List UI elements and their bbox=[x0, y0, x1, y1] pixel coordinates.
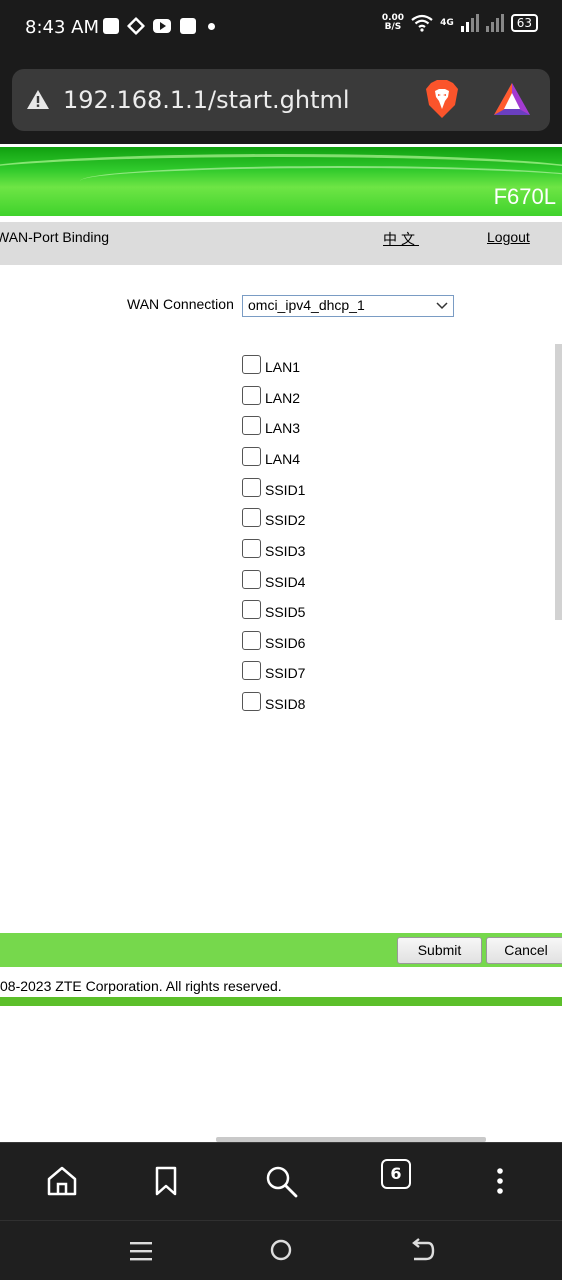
network-type: 4G bbox=[440, 18, 454, 28]
port-checkbox[interactable] bbox=[242, 478, 261, 497]
port-checkbox[interactable] bbox=[242, 539, 261, 558]
port-checkbox[interactable] bbox=[242, 661, 261, 680]
cancel-button[interactable]: Cancel bbox=[486, 937, 562, 964]
net-speed: 0.00 B/S bbox=[382, 14, 404, 32]
port-checkbox[interactable] bbox=[242, 386, 261, 405]
port-checkbox[interactable] bbox=[242, 600, 261, 619]
port-label: LAN4 bbox=[265, 451, 301, 467]
port-label: SSID5 bbox=[265, 604, 306, 620]
notification-icons bbox=[103, 16, 215, 36]
battery-indicator: 63 bbox=[510, 14, 538, 32]
browser-top-bar: 192.168.1.1/start.ghtml bbox=[0, 58, 562, 144]
footer-bar bbox=[0, 997, 562, 1006]
submit-button[interactable]: Submit bbox=[397, 937, 482, 964]
home-nav-icon[interactable] bbox=[268, 1237, 294, 1263]
more-notifications-dot-icon bbox=[208, 22, 215, 30]
not-secure-warning-icon[interactable] bbox=[26, 89, 50, 110]
browser-toolbar: 6 bbox=[0, 1142, 562, 1220]
nav-bar: WAN-Port Binding 中文 Logout bbox=[0, 222, 562, 265]
search-icon[interactable] bbox=[263, 1163, 299, 1199]
youtube-icon bbox=[153, 19, 171, 33]
status-right: 0.00 B/S 4G 63 bbox=[382, 14, 538, 32]
port-label: SSID1 bbox=[265, 482, 306, 498]
port-label: LAN3 bbox=[265, 420, 301, 436]
port-checkbox[interactable] bbox=[242, 570, 261, 589]
home-icon[interactable] bbox=[44, 1163, 80, 1199]
banner-top-line bbox=[0, 144, 562, 147]
url-text[interactable]: 192.168.1.1/start.ghtml bbox=[63, 86, 350, 114]
port-label: SSID7 bbox=[265, 665, 306, 681]
wan-connection-label: WAN Connection bbox=[127, 296, 234, 312]
status-bar: 8:43 AM 0.00 B/S 4G 63 bbox=[0, 0, 562, 58]
system-navigation-bar bbox=[0, 1220, 562, 1280]
status-time: 8:43 AM bbox=[25, 17, 99, 38]
port-label: SSID6 bbox=[265, 635, 306, 651]
wan-connection-value: omci_ipv4_dhcp_1 bbox=[248, 297, 365, 313]
logout-link[interactable]: Logout bbox=[487, 229, 530, 245]
port-label: SSID2 bbox=[265, 512, 306, 528]
copyright-text: 08-2023 ZTE Corporation. All rights rese… bbox=[0, 978, 282, 994]
port-checkbox[interactable] bbox=[242, 631, 261, 650]
port-label: SSID3 bbox=[265, 543, 306, 559]
brave-shields-icon[interactable] bbox=[425, 79, 459, 119]
port-checkbox[interactable] bbox=[242, 692, 261, 711]
net-speed-unit: B/S bbox=[384, 22, 402, 32]
port-label: LAN1 bbox=[265, 359, 301, 375]
header-banner: F670L bbox=[0, 144, 562, 216]
back-icon[interactable] bbox=[408, 1237, 436, 1263]
vertical-scrollbar[interactable] bbox=[555, 344, 562, 620]
port-checkbox[interactable] bbox=[242, 508, 261, 527]
notification-app-icon bbox=[103, 18, 119, 34]
wan-connection-select[interactable]: omci_ipv4_dhcp_1 bbox=[242, 295, 454, 317]
bookmark-icon[interactable] bbox=[148, 1163, 184, 1199]
binance-icon bbox=[126, 16, 146, 36]
port-checkbox[interactable] bbox=[242, 416, 261, 435]
language-link[interactable]: 中文 bbox=[383, 229, 419, 249]
device-model: F670L bbox=[493, 184, 556, 209]
chevron-down-icon bbox=[436, 302, 448, 310]
more-menu-icon[interactable] bbox=[482, 1163, 518, 1199]
wifi-icon bbox=[411, 14, 433, 32]
port-checkbox[interactable] bbox=[242, 447, 261, 466]
port-label: SSID8 bbox=[265, 696, 306, 712]
port-checkbox[interactable] bbox=[242, 355, 261, 374]
signal-icon bbox=[460, 14, 479, 32]
notification-square-icon bbox=[180, 18, 196, 34]
port-label: SSID4 bbox=[265, 574, 306, 590]
page-title: WAN-Port Binding bbox=[0, 229, 110, 245]
address-bar[interactable]: 192.168.1.1/start.ghtml bbox=[12, 69, 550, 131]
tab-switcher-button[interactable]: 6 bbox=[381, 1159, 411, 1189]
signal-2-icon bbox=[485, 14, 504, 32]
brave-rewards-icon[interactable] bbox=[493, 81, 531, 117]
port-label: LAN2 bbox=[265, 390, 301, 406]
router-page: F670L WAN-Port Binding 中文 Logout WAN Con… bbox=[0, 144, 562, 1142]
recent-apps-icon[interactable] bbox=[128, 1239, 154, 1263]
